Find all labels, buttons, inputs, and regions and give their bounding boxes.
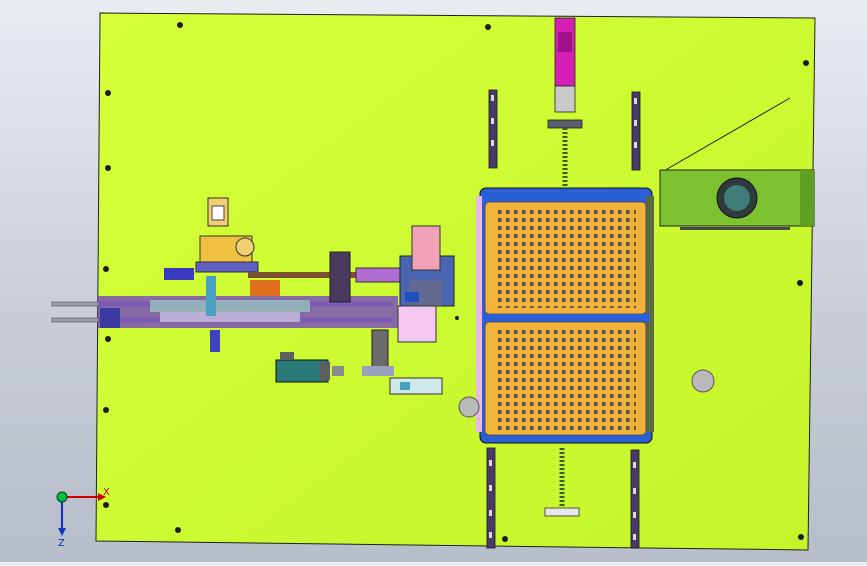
z-axis-label: Z (58, 538, 65, 549)
cad-model-drawing: X Z (51, 12, 816, 551)
cad-viewport[interactable]: X Z (0, 0, 867, 562)
upper-tray[interactable] (484, 201, 647, 315)
lower-tray[interactable] (484, 321, 647, 436)
x-axis-label: X (103, 487, 110, 498)
tray-divider (482, 314, 650, 322)
base-plate[interactable] (95, 12, 816, 551)
